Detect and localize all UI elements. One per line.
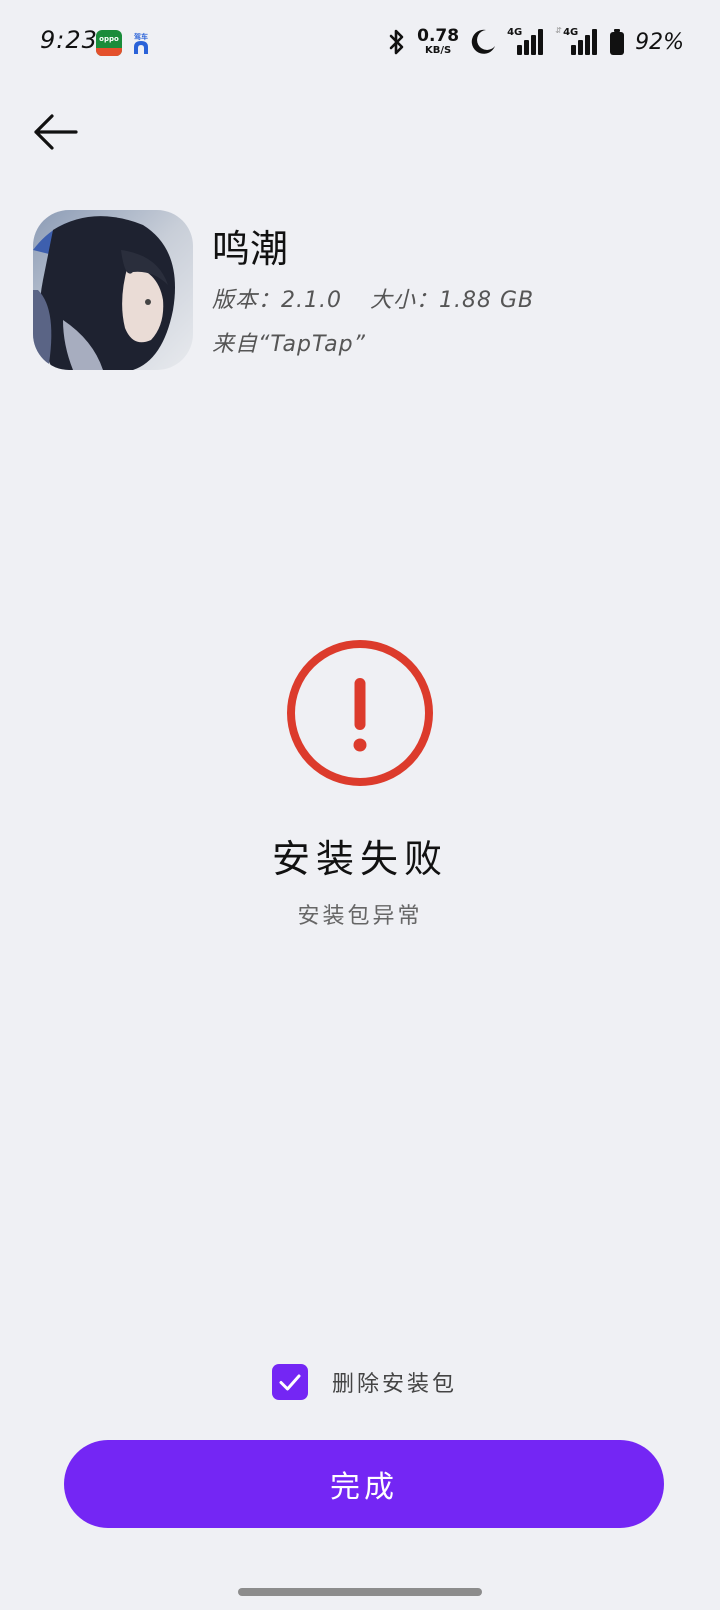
svg-text:驾车: 驾车 <box>133 32 148 41</box>
app-size: 大小：1.88 GB <box>369 288 535 313</box>
status-indicators: 0.78 KB/S 4G 4G ⇵ 92% <box>387 24 684 60</box>
signal-bar <box>571 45 577 55</box>
app-artwork-icon <box>33 210 193 370</box>
error-exclamation-icon <box>287 640 433 786</box>
back-button[interactable] <box>30 106 82 158</box>
delete-package-option[interactable]: 删除安装包 <box>272 1364 457 1400</box>
status-time: 9:23 <box>40 26 98 54</box>
app-name: 鸣潮 <box>212 227 289 271</box>
signal-bar <box>538 29 544 55</box>
delete-package-label: 删除安装包 <box>332 1372 458 1397</box>
signal-sim1-icon: 4G <box>507 27 545 57</box>
signal-bar <box>592 29 598 55</box>
data-arrows-icon: ⇵ <box>555 26 562 35</box>
done-button[interactable]: 完成 <box>64 1440 664 1528</box>
signal-sim2-label: 4G <box>563 27 579 38</box>
network-speed: 0.78 KB/S <box>417 28 459 56</box>
signal-bar <box>524 40 530 55</box>
oppo-app-stripe <box>96 48 122 56</box>
car-app-icon: 驾车 <box>128 30 154 56</box>
do-not-disturb-moon-icon <box>471 29 496 54</box>
signal-bar <box>578 40 584 55</box>
app-meta: 版本：2.1.0 大小：1.88 GB <box>212 282 534 314</box>
signal-sim2-icon: 4G ⇵ <box>555 27 599 57</box>
signal-bar <box>517 45 523 55</box>
checkmark-icon <box>279 1374 301 1391</box>
delete-package-checkbox[interactable] <box>272 1364 308 1400</box>
app-version: 版本：2.1.0 <box>212 288 342 313</box>
network-speed-unit: KB/S <box>425 45 452 56</box>
oppo-app-icon: oppo <box>96 30 122 56</box>
result-title: 安装失败 <box>271 837 448 881</box>
signal-bar <box>585 35 591 55</box>
network-speed-value: 0.78 <box>417 26 460 46</box>
signal-bar <box>531 35 537 55</box>
app-source: 来自“TapTap” <box>212 332 366 357</box>
status-bar: 9:23 oppo 驾车 0.78 KB/S 4G 4G ⇵ 92% <box>0 0 720 86</box>
back-arrow-icon <box>34 114 78 150</box>
result-subtitle: 安装包异常 <box>297 904 423 929</box>
car-navigation-icon: 驾车 <box>133 32 148 54</box>
battery-percent: 92% <box>635 29 684 55</box>
signal-sim1-label: 4G <box>507 27 523 38</box>
oppo-app-label: oppo <box>99 35 119 43</box>
app-icon <box>33 210 193 370</box>
battery-icon <box>610 29 625 55</box>
home-indicator[interactable] <box>238 1588 482 1596</box>
bluetooth-icon <box>389 29 404 55</box>
